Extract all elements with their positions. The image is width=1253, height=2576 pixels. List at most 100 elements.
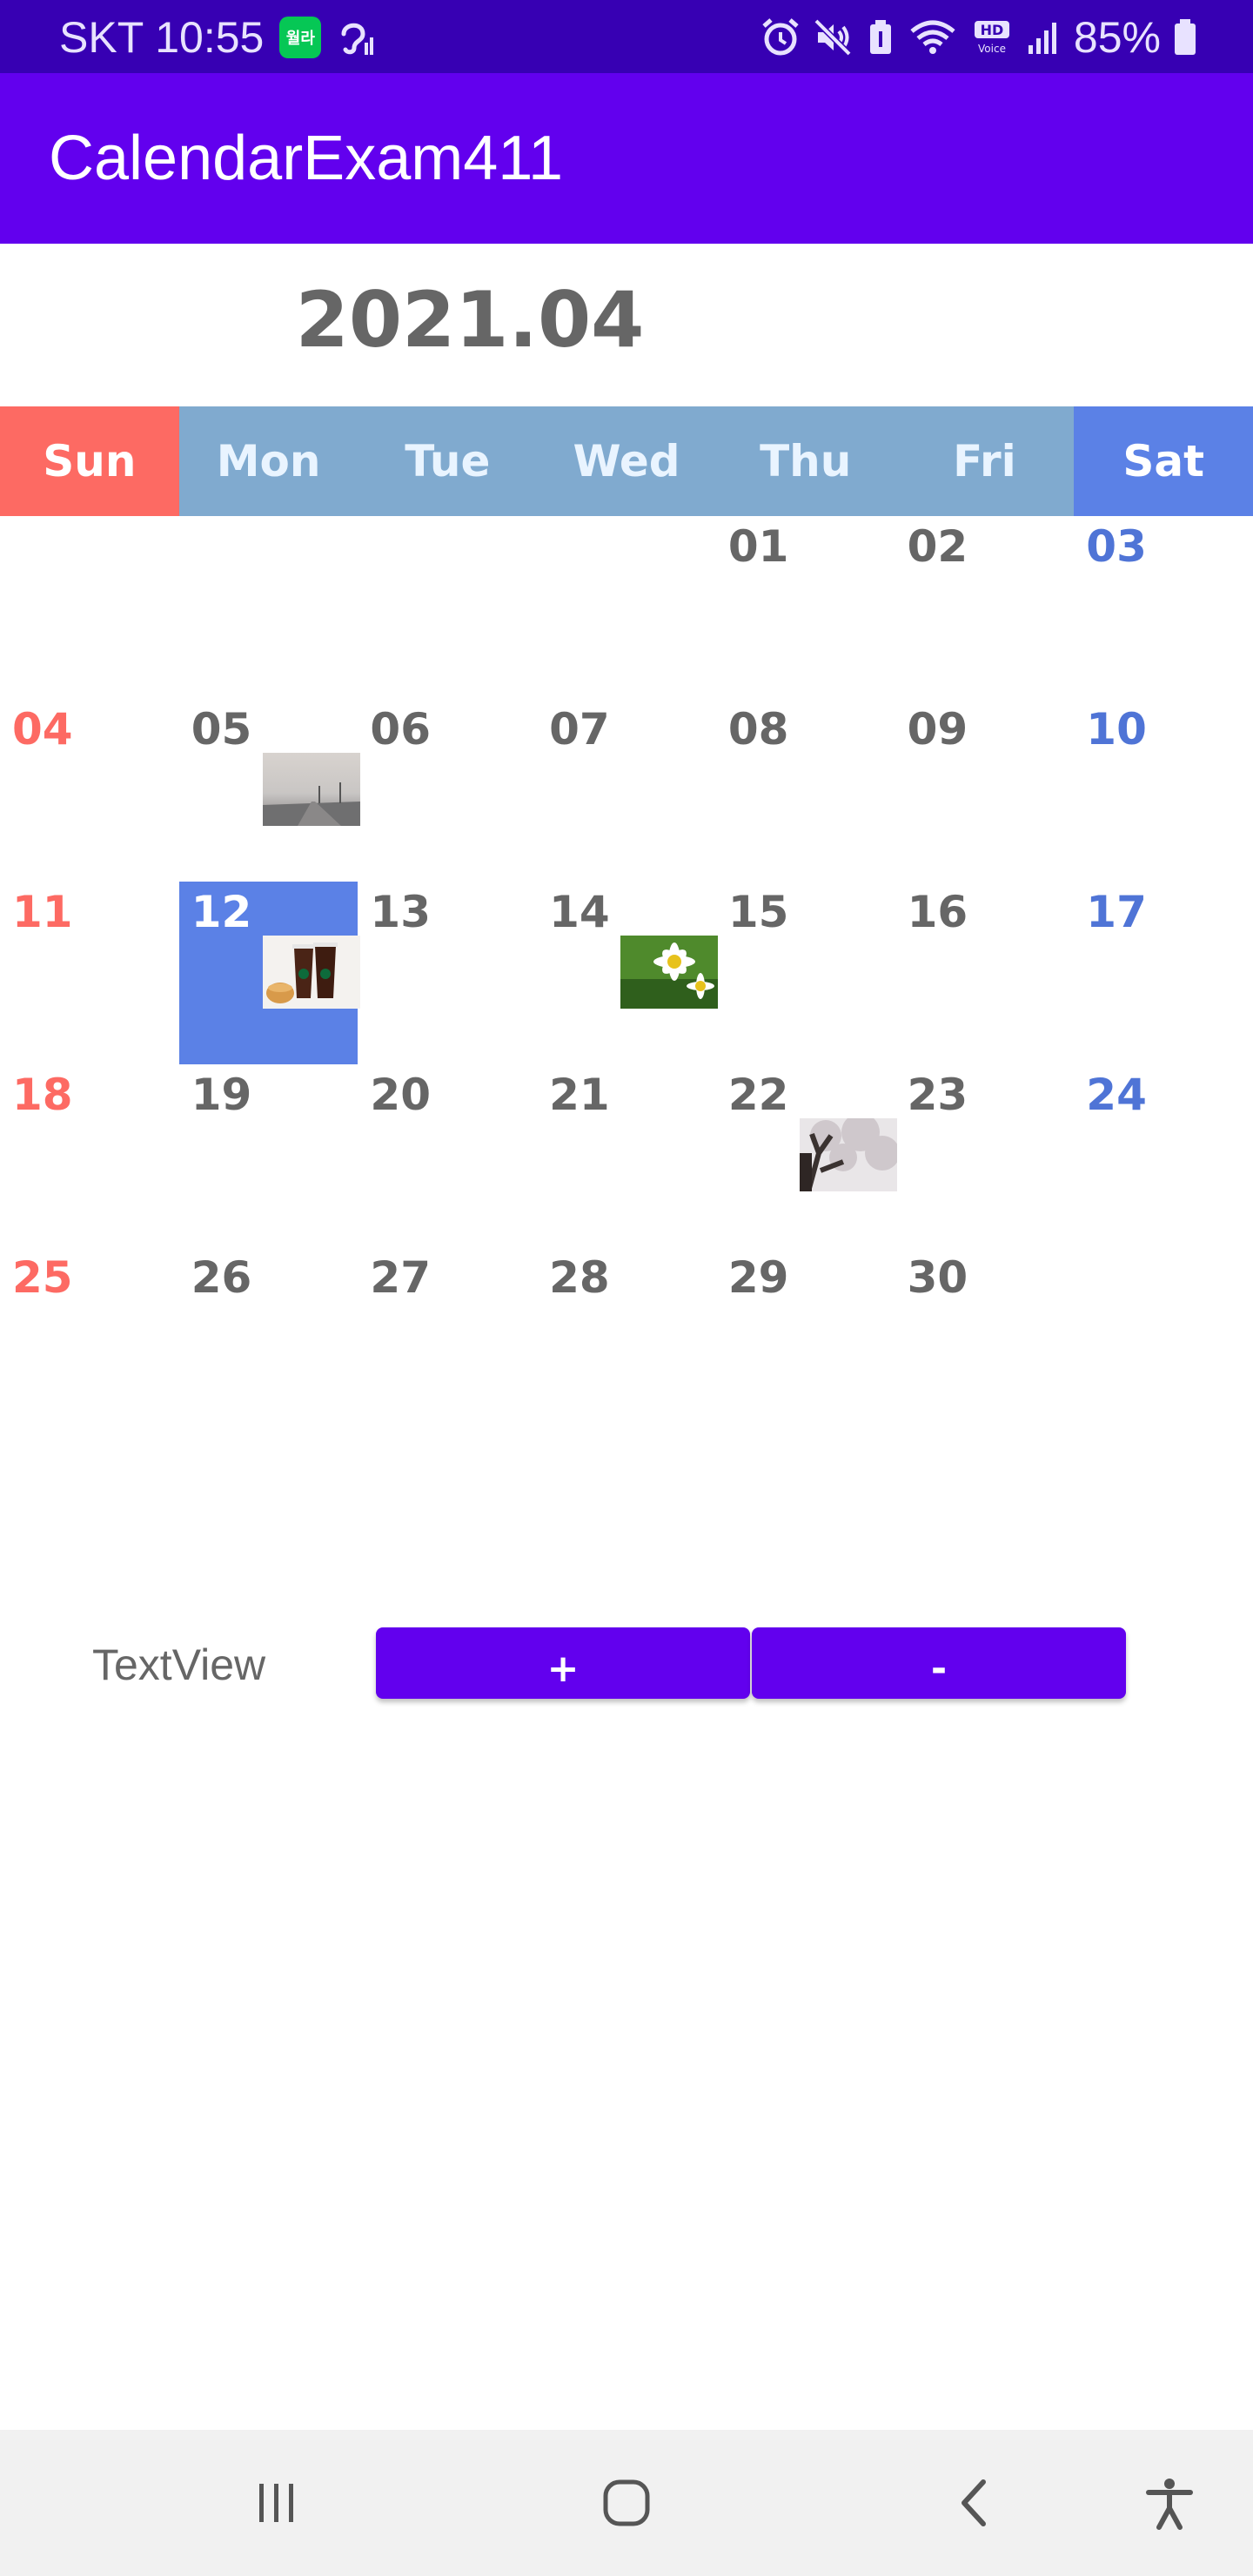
day-cell[interactable]: 18 — [0, 1064, 179, 1247]
day-cell[interactable]: 22 — [716, 1064, 897, 1247]
day-number: 28 — [549, 1252, 610, 1303]
day-cell[interactable]: 21 — [537, 1064, 716, 1247]
day-number: 17 — [1086, 887, 1147, 937]
day-cell[interactable]: 25 — [0, 1247, 179, 1430]
day-cell[interactable]: 15 — [716, 882, 895, 1064]
coffee-thumbnail — [262, 936, 360, 1009]
signal-icon — [1027, 17, 1062, 57]
battery-percentage: 85% — [1073, 13, 1161, 62]
day-number: 18 — [12, 1070, 73, 1120]
day-cell[interactable]: 17 — [1074, 882, 1253, 1064]
navigation-bar — [0, 2430, 1253, 2576]
weekday-tue: Tue — [405, 436, 491, 486]
battery-icon — [1173, 17, 1197, 57]
battery-saver-icon — [865, 17, 896, 57]
day-number: 16 — [907, 887, 968, 937]
accessibility-icon[interactable] — [1128, 2430, 1211, 2576]
carrier-time: SKT 10:55 — [59, 13, 265, 62]
app-title: CalendarExam411 — [49, 124, 564, 193]
weekday-sat: Sat — [1074, 406, 1253, 516]
day-cell[interactable]: 30 — [895, 1247, 1075, 1430]
day-cell[interactable]: 02 — [895, 516, 1075, 699]
day-cell[interactable]: 07 — [537, 699, 716, 882]
weekday-header: Sun Mon Tue Wed Thu Fri Sat — [0, 406, 1253, 516]
day-cell — [358, 516, 537, 699]
daisy-thumbnail — [620, 936, 719, 1009]
weekday-wed: Wed — [573, 436, 680, 486]
svg-text:Voice: Voice — [978, 43, 1006, 55]
day-number: 30 — [907, 1252, 968, 1303]
day-cell — [1074, 1247, 1253, 1430]
day-number: 20 — [370, 1070, 432, 1120]
day-number: 04 — [12, 704, 73, 755]
day-number: 07 — [549, 704, 610, 755]
day-number: 21 — [549, 1070, 610, 1120]
day-number: 02 — [907, 521, 968, 572]
day-number: 22 — [727, 1070, 789, 1120]
day-cell[interactable]: 19 — [179, 1064, 358, 1247]
day-number: 26 — [191, 1252, 252, 1303]
day-cell[interactable]: 23 — [895, 1064, 1075, 1247]
day-cell — [179, 516, 358, 699]
alarm-icon — [761, 17, 801, 57]
day-number: 10 — [1086, 704, 1147, 755]
foggy-road-thumbnail — [262, 753, 360, 826]
day-number: 12 — [191, 887, 252, 937]
hd-voice-icon: HD Voice — [969, 17, 1015, 57]
day-cell[interactable]: 10 — [1074, 699, 1253, 882]
day-number: 09 — [907, 704, 968, 755]
back-icon[interactable] — [935, 2430, 1018, 2576]
day-cell[interactable]: 16 — [895, 882, 1075, 1064]
svg-text:HD: HD — [981, 22, 1004, 38]
day-number: 11 — [12, 887, 73, 937]
day-number: 13 — [370, 887, 432, 937]
day-cell[interactable]: 09 — [895, 699, 1075, 882]
day-number: 19 — [191, 1070, 252, 1120]
day-cell[interactable]: 13 — [358, 882, 537, 1064]
day-cell[interactable]: 14 — [537, 882, 719, 1064]
day-cell[interactable]: 20 — [358, 1064, 537, 1247]
next-month-button[interactable]: + — [376, 1627, 750, 1699]
day-cell[interactable]: 29 — [716, 1247, 895, 1430]
day-cell[interactable]: 06 — [358, 699, 537, 882]
cherry-blossom-thumbnail — [799, 1118, 897, 1191]
app-bar: CalendarExam411 — [0, 73, 1253, 244]
status-bar: SKT 10:55 월라 HD Voice 85% — [0, 0, 1253, 73]
day-cell[interactable]: 05 — [179, 699, 360, 882]
day-cell[interactable]: 28 — [537, 1247, 716, 1430]
day-cell-selected[interactable]: 12 — [178, 882, 360, 1064]
day-cell[interactable]: 04 — [0, 699, 179, 882]
day-number: 15 — [727, 887, 789, 937]
weekday-thu: Thu — [760, 436, 852, 486]
text-view: TextView — [92, 1640, 266, 1689]
calendar-grid: 01 02 03 04 05 06 07 08 09 10 11 12 13 1… — [0, 516, 1253, 1430]
day-number: 27 — [370, 1252, 432, 1303]
day-cell[interactable]: 24 — [1074, 1064, 1253, 1247]
day-number: 25 — [12, 1252, 73, 1303]
weekday-fri: Fri — [953, 436, 1016, 486]
line-app-icon: 월라 — [279, 17, 322, 58]
home-icon[interactable] — [585, 2430, 668, 2576]
day-cell[interactable]: 26 — [179, 1247, 358, 1430]
day-number: 24 — [1086, 1070, 1147, 1120]
day-cell[interactable]: 03 — [1074, 516, 1253, 699]
day-number: 29 — [727, 1252, 789, 1303]
day-number: 08 — [727, 704, 789, 755]
month-title: 2021.04 — [295, 275, 645, 365]
weekday-sun: Sun — [0, 406, 179, 516]
day-number: 01 — [727, 521, 789, 572]
day-cell — [537, 516, 716, 699]
day-number: 03 — [1086, 521, 1147, 572]
mute-icon — [813, 17, 853, 57]
day-cell[interactable]: 01 — [716, 516, 895, 699]
previous-month-button[interactable]: - — [752, 1627, 1126, 1699]
day-cell — [0, 516, 179, 699]
day-number: 23 — [907, 1070, 968, 1120]
day-number: 06 — [370, 704, 432, 755]
day-cell[interactable]: 11 — [0, 882, 179, 1064]
wifi-icon — [908, 17, 957, 57]
day-cell[interactable]: 08 — [716, 699, 895, 882]
day-cell[interactable]: 27 — [358, 1247, 537, 1430]
weekday-mon: Mon — [216, 436, 321, 486]
recent-apps-icon[interactable] — [235, 2430, 318, 2576]
